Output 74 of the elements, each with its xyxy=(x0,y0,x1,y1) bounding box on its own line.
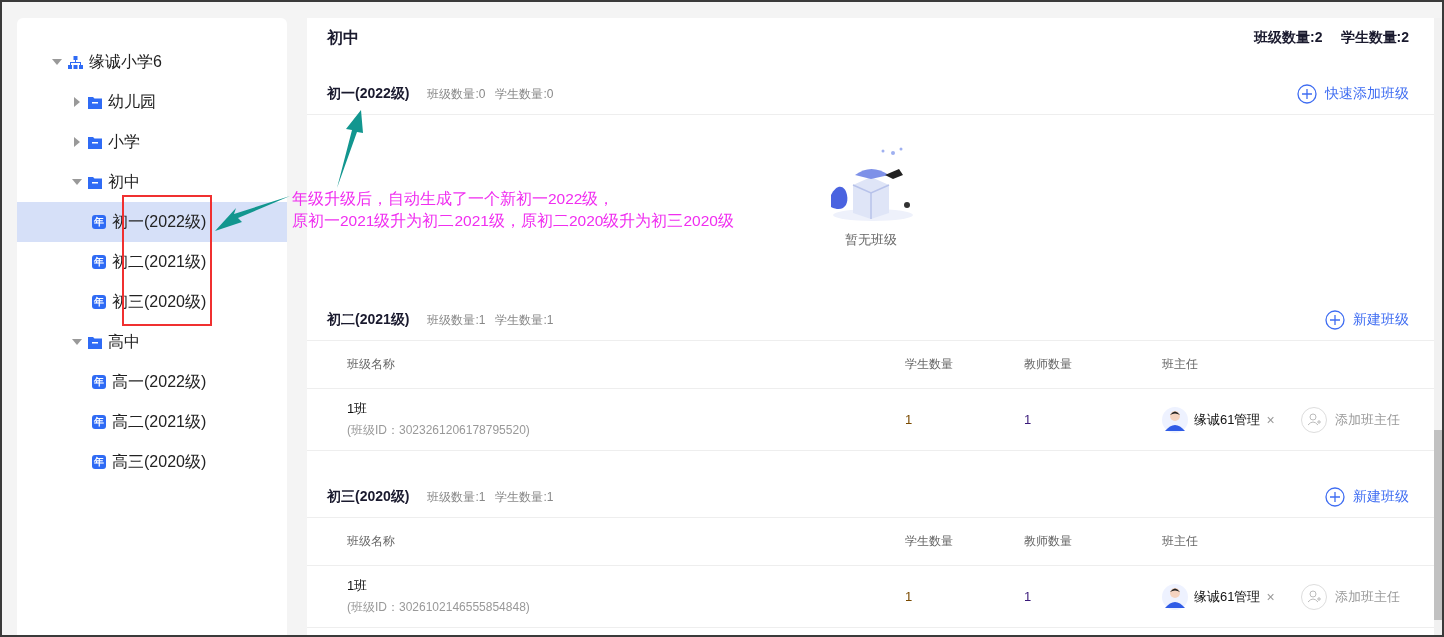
plus-circle-icon xyxy=(1325,310,1345,330)
class-id: (班级ID：3026102146555854848) xyxy=(347,599,531,616)
caret-icon[interactable] xyxy=(72,177,82,187)
grade-title: 初二(2021级) xyxy=(327,311,410,329)
add-class-button[interactable]: 快速添加班级 xyxy=(1297,84,1409,104)
tree-item[interactable]: 小学 xyxy=(17,122,287,162)
caret-icon[interactable] xyxy=(52,57,62,67)
column-header: 学生数量 xyxy=(905,356,954,373)
column-header: 学生数量 xyxy=(905,533,954,550)
caret-icon[interactable] xyxy=(72,137,82,147)
grade-badge: 年 xyxy=(92,255,106,269)
tree-label: 高一(2022级) xyxy=(112,371,207,392)
tree-label: 幼儿园 xyxy=(108,91,156,112)
folder-icon xyxy=(88,175,102,189)
student-count: 学生数量:2 xyxy=(1340,29,1409,47)
plus-circle-icon xyxy=(1325,487,1345,507)
teacher-number: 1 xyxy=(1024,412,1033,427)
avatar-icon xyxy=(1162,406,1188,433)
grade-badge: 年 xyxy=(92,415,106,429)
column-header: 班主任 xyxy=(1162,356,1199,373)
class-name: 1班 xyxy=(347,400,369,418)
student-number: 1 xyxy=(905,589,914,604)
tree-label: 高三(2020级) xyxy=(112,451,207,472)
folder-icon xyxy=(88,335,102,349)
student-count: 学生数量:1 xyxy=(495,311,554,329)
tree-item[interactable]: 缘诚小学6 xyxy=(17,42,287,82)
class-name: 1班 xyxy=(347,577,369,595)
grade-title: 初三(2020级) xyxy=(327,488,410,506)
tree-item[interactable]: 年 高一(2022级) xyxy=(17,362,287,402)
teacher-number: 1 xyxy=(1024,589,1033,604)
user-plus-icon xyxy=(1300,406,1327,433)
class-count: 班级数量:2 xyxy=(1254,29,1323,47)
tree-label: 缘诚小学6 xyxy=(89,51,162,72)
tree-item[interactable]: 幼儿园 xyxy=(17,82,287,122)
class-count: 班级数量:1 xyxy=(427,311,486,329)
column-header: 班主任 xyxy=(1162,533,1199,550)
plus-circle-icon xyxy=(1297,84,1317,104)
tree-label: 高二(2021级) xyxy=(112,411,207,432)
grade-badge: 年 xyxy=(92,455,106,469)
class-id: (班级ID：3023261206178795520) xyxy=(347,422,531,439)
column-header: 教师数量 xyxy=(1024,533,1073,550)
student-number: 1 xyxy=(905,412,914,427)
student-count: 学生数量:1 xyxy=(495,488,554,506)
column-header: 班级名称 xyxy=(347,533,396,550)
caret-icon[interactable] xyxy=(72,97,82,107)
add-class-button[interactable]: 新建班级 xyxy=(1325,487,1409,507)
class-count: 班级数量:0 xyxy=(427,85,486,103)
tree-item[interactable]: 年 高二(2021级) xyxy=(17,402,287,442)
grade-badge: 年 xyxy=(92,375,106,389)
head-teacher-name: 缘诚61管理 xyxy=(1194,587,1261,606)
folder-icon xyxy=(88,135,102,149)
grade-title: 初一(2022级) xyxy=(327,85,410,103)
annotation-text: 年级升级后，自动生成了一个新初一2022级， 原初一2021级升为初二2021级，原初二2020级升为初三2020级 xyxy=(292,189,734,231)
caret-icon[interactable] xyxy=(72,337,82,347)
tree-item[interactable]: 高中 xyxy=(17,322,287,362)
page-title: 初中 xyxy=(327,27,359,48)
head-teacher-name: 缘诚61管理 xyxy=(1194,410,1261,429)
tree-item[interactable]: 初中 xyxy=(17,162,287,202)
grade-badge: 年 xyxy=(92,215,106,229)
grade-badge: 年 xyxy=(92,295,106,309)
empty-text: 暂无班级 xyxy=(844,231,897,249)
tree-item[interactable]: 年 高三(2020级) xyxy=(17,442,287,482)
hierarchy-icon xyxy=(68,55,83,69)
tree-label: 初中 xyxy=(108,171,140,192)
column-header: 班级名称 xyxy=(347,356,396,373)
class-count: 班级数量:1 xyxy=(427,488,486,506)
tree-label: 小学 xyxy=(108,131,140,152)
tree-label: 高中 xyxy=(108,331,140,352)
column-header: 教师数量 xyxy=(1024,356,1073,373)
user-plus-icon xyxy=(1300,583,1327,610)
student-count: 学生数量:0 xyxy=(495,85,554,103)
add-class-button[interactable]: 新建班级 xyxy=(1325,310,1409,330)
avatar-icon xyxy=(1162,583,1188,610)
folder-icon xyxy=(88,95,102,109)
